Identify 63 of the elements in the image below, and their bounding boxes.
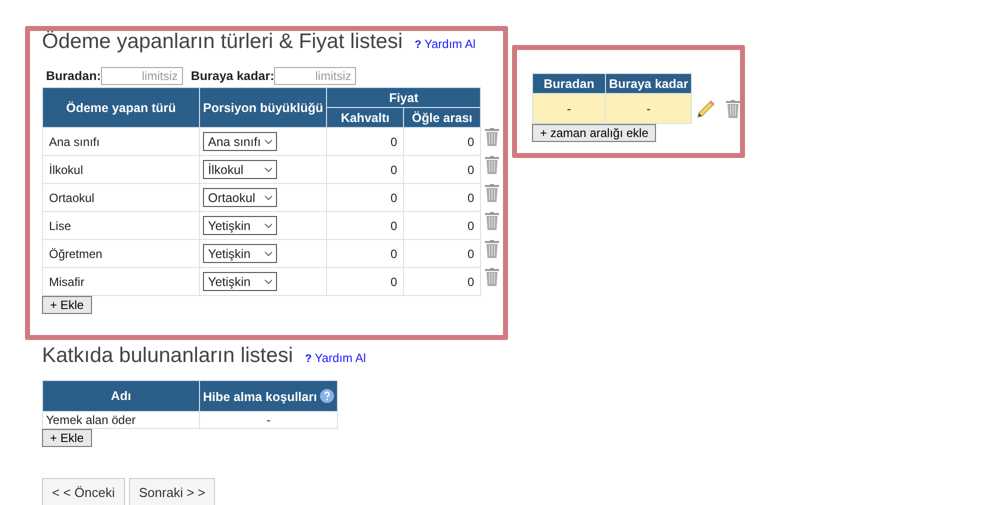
navigation-button[interactable]: Sonraki > >	[128, 478, 216, 505]
add-button[interactable]: + Ekle	[42, 296, 92, 314]
table-cell: 0	[404, 128, 481, 156]
table-cell: Lise	[42, 212, 200, 240]
caret-icon	[264, 222, 273, 228]
portion-dropdown[interactable]: İlkokul	[203, 160, 277, 179]
caret-icon	[264, 278, 273, 284]
section-title: Ödeme yapanların türleri & Fiyat listesi	[42, 30, 403, 54]
table-cell: Ana sınıfı	[42, 128, 200, 156]
table-cell: 0	[326, 212, 404, 240]
caret-icon	[264, 138, 273, 144]
portion-dropdown[interactable]: Yetişkin	[203, 272, 277, 291]
filter-field[interactable]: limitsiz	[274, 67, 356, 85]
column-header: Hibe alma koşulları	[200, 380, 338, 412]
trash-icon[interactable]	[485, 156, 500, 174]
column-header: Ödeme yapan türü	[42, 88, 200, 128]
portion-dropdown[interactable]: Yetişkin	[203, 216, 277, 235]
add-button[interactable]: + Ekle	[42, 429, 92, 447]
table-cell: -	[532, 94, 606, 124]
column-header: Öğle arası	[404, 108, 481, 128]
caret-icon	[264, 194, 273, 200]
table-cell: Ortaokul	[42, 184, 200, 212]
table-cell: 0	[326, 184, 404, 212]
portion-dropdown[interactable]: Ana sınıfı	[203, 132, 277, 151]
table-cell: 0	[404, 212, 481, 240]
help-icon[interactable]	[320, 388, 334, 402]
trash-icon[interactable]	[485, 184, 500, 202]
trash-icon[interactable]	[485, 212, 500, 230]
table-cell: 0	[326, 128, 404, 156]
table-cell: 0	[404, 240, 481, 268]
table-cell: -	[200, 412, 338, 428]
table-cell: 0	[404, 156, 481, 184]
navigation-button[interactable]: < < Önceki	[42, 478, 125, 505]
column-header: Kahvaltı	[326, 108, 404, 128]
filter-field[interactable]: limitsiz	[100, 67, 183, 85]
portion-dropdown[interactable]: Yetişkin	[203, 244, 277, 263]
table-cell: İlkokul	[42, 156, 200, 184]
help-link[interactable]: ? Yardım Al	[305, 351, 366, 365]
column-header: Porsiyon büyüklüğü	[200, 88, 327, 128]
column-header: Buradan	[532, 74, 606, 94]
add-time-range-button[interactable]: + zaman aralığı ekle	[532, 124, 656, 142]
table-cell: 0	[404, 268, 481, 296]
filter-label: Buradan:	[46, 69, 101, 83]
table-cell: 0	[326, 240, 404, 268]
trash-icon[interactable]	[485, 240, 500, 258]
column-header: Buraya kadar	[606, 74, 692, 94]
filter-label: Buraya kadar:	[190, 69, 274, 83]
trash-icon[interactable]	[485, 268, 500, 286]
portion-dropdown[interactable]: Ortaokul	[203, 188, 277, 207]
trash-icon[interactable]	[726, 100, 740, 118]
column-header: Adı	[42, 380, 200, 412]
column-header: Fiyat	[326, 88, 481, 108]
trash-icon[interactable]	[485, 128, 500, 146]
table-cell: 0	[326, 268, 404, 296]
table-cell: -	[606, 94, 692, 124]
table-cell: Öğretmen	[42, 240, 200, 268]
caret-icon	[264, 166, 273, 172]
section-title: Katkıda bulunanların listesi	[42, 344, 293, 368]
table-cell: 0	[326, 156, 404, 184]
help-link[interactable]: ? Yardım Al	[414, 37, 476, 51]
caret-icon	[264, 250, 273, 256]
table-cell: 0	[404, 184, 481, 212]
pencil-icon[interactable]	[696, 99, 716, 119]
